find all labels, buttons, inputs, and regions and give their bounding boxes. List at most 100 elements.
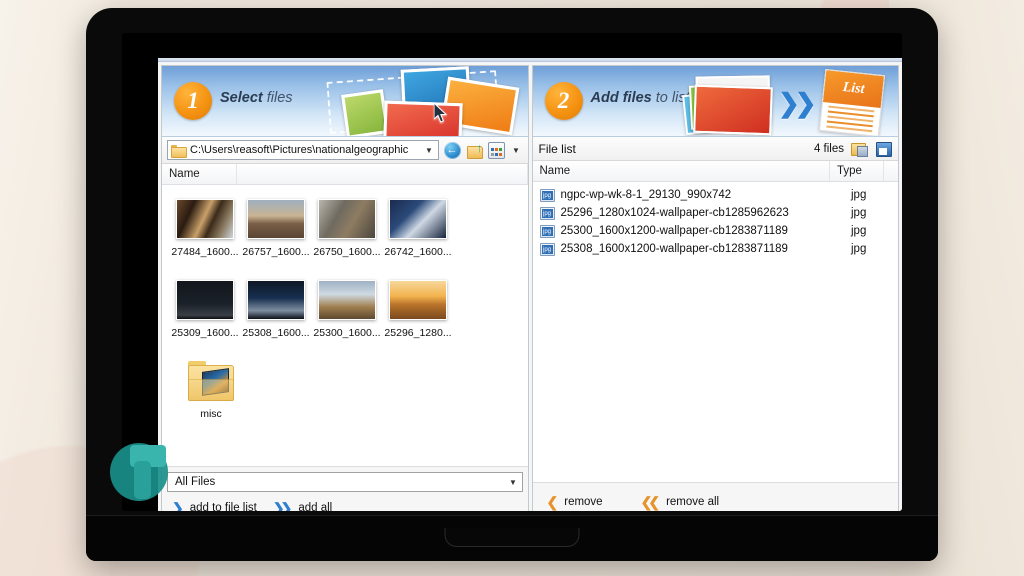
step1-title-bold: Select <box>220 90 263 106</box>
path-text: C:\Users\reasoft\Pictures\nationalgeogra… <box>190 144 409 156</box>
folder-row: misc <box>170 361 520 420</box>
file-type-cell: jpg <box>851 225 867 237</box>
thumbnail-item[interactable]: 25296_1280... <box>383 280 453 339</box>
left-panel-bottom: All Files ▼ ❯ add to file list ❯❯ add al… <box>162 466 528 511</box>
right-action-row: ❮ remove ❮❮ remove all <box>533 483 899 511</box>
filter-dropdown-caret-icon[interactable]: ▼ <box>507 478 520 487</box>
thumbnail-item[interactable]: 26742_1600... <box>383 199 453 258</box>
remove-all-label: remove all <box>666 496 720 508</box>
thumbnail-item[interactable]: 26757_1600... <box>241 199 311 258</box>
thumbnail-image <box>176 280 234 320</box>
filter-row: All Files ▼ <box>162 467 528 495</box>
remove-label: remove <box>564 496 603 508</box>
thumbnail-row: 27484_1600... 26757_1600... 26750_1600..… <box>170 199 520 258</box>
left-column-header: Name <box>162 164 528 185</box>
add-all-label: add all <box>298 502 333 511</box>
thumbnail-item[interactable]: 25308_1600... <box>241 280 311 339</box>
path-box[interactable]: C:\Users\reasoft\Pictures\nationalgeogra… <box>167 140 439 160</box>
file-name-text: 25296_1280x1024-wallpaper-cb1285962623 <box>560 207 789 219</box>
step-2-badge: 2 <box>544 82 583 120</box>
thumbnail-label: 25296_1280... <box>384 327 452 339</box>
file-list-title: File list <box>538 141 576 156</box>
jpg-file-icon <box>539 224 555 238</box>
file-count-label: 4 files <box>813 142 844 155</box>
thumbnail-label: 26757_1600... <box>242 246 310 258</box>
file-type-cell: jpg <box>851 189 867 201</box>
thumbnail-row: 25309_1600... 25308_1600... 25300_1600..… <box>170 280 520 339</box>
thumbnail-item[interactable]: 26750_1600... <box>312 199 382 258</box>
folder-item-misc[interactable]: misc <box>176 361 246 420</box>
thumbnail-image <box>176 199 234 239</box>
folder-icon <box>171 144 187 158</box>
thumbnail-item[interactable]: 25309_1600... <box>170 280 240 339</box>
single-chevron-right-icon: ❯ <box>172 499 184 512</box>
file-type-filter-select[interactable]: All Files ▼ <box>167 472 523 492</box>
browser-toolbar: C:\Users\reasoft\Pictures\nationalgeogra… <box>162 137 528 164</box>
application-window: 1 Select files C:\Users\reasoft\Pictures… <box>158 58 902 511</box>
folder-label: misc <box>200 408 222 420</box>
jpg-file-icon <box>539 242 555 256</box>
step1-banner: 1 Select files <box>162 66 528 137</box>
left-action-row: ❯ add to file list ❯❯ add all <box>162 495 528 512</box>
thumbnail-image <box>318 199 376 239</box>
back-icon[interactable] <box>443 141 461 159</box>
add-files-panel: 2 Add files to list ❯❯ List File list 4 … <box>531 65 899 511</box>
filter-value: All Files <box>175 476 216 488</box>
open-folder-icon[interactable] <box>851 140 868 157</box>
table-row[interactable]: 25300_1600x1200-wallpaper-cb1283871189 j… <box>533 222 899 240</box>
stack-to-list-art: ❯❯ List <box>674 66 894 136</box>
save-list-icon[interactable] <box>875 140 892 157</box>
thumbnail-image <box>389 280 447 320</box>
thumbnail-grid: 27484_1600... 26757_1600... 26750_1600..… <box>162 185 528 466</box>
double-chevron-right-art-icon: ❯❯ <box>778 88 817 118</box>
single-chevron-left-icon: ❮ <box>546 493 559 510</box>
photo-card-green-icon <box>340 89 389 136</box>
thumbnail-image <box>318 280 376 320</box>
file-name-text: 25308_1600x1200-wallpaper-cb1283871189 <box>560 243 788 255</box>
column-header-name[interactable]: Name <box>162 164 237 184</box>
jpg-file-icon <box>539 206 555 220</box>
file-type-cell: jpg <box>851 207 867 219</box>
table-row[interactable]: 25296_1280x1024-wallpaper-cb1285962623 j… <box>533 204 899 222</box>
views-dropdown-caret-icon[interactable]: ▼ <box>510 146 523 155</box>
double-chevron-left-icon: ❮❮ <box>640 493 661 510</box>
thumbnail-item[interactable]: 27484_1600... <box>170 199 240 258</box>
add-to-file-list-label: add to file list <box>189 502 257 511</box>
step2-banner: 2 Add files to list ❯❯ List <box>532 66 898 137</box>
list-document-icon: List <box>818 69 886 136</box>
up-folder-icon[interactable] <box>466 141 483 159</box>
scattered-photos-art <box>322 66 522 136</box>
laptop-screen: 1 Select files C:\Users\reasoft\Pictures… <box>122 33 902 511</box>
column-header-name[interactable]: Name <box>533 161 830 181</box>
thumbnail-item[interactable]: 25300_1600... <box>312 280 382 339</box>
step-1-badge: 1 <box>174 82 212 120</box>
column-header-spacer <box>884 161 898 181</box>
photo-stack-red-icon <box>693 84 773 136</box>
right-column-header: Name Type <box>532 161 898 182</box>
column-header-filler <box>237 164 528 184</box>
file-name-cell: 25296_1280x1024-wallpaper-cb1285962623 <box>533 206 845 220</box>
add-to-file-list-button[interactable]: ❯ add to file list <box>172 500 257 512</box>
thumbnail-label: 26742_1600... <box>384 246 452 258</box>
file-name-text: ngpc-wp-wk-8-1_29130_990x742 <box>560 189 732 201</box>
folder-icon <box>188 361 234 401</box>
step1-title-light: files <box>266 90 293 106</box>
application-body: 1 Select files C:\Users\reasoft\Pictures… <box>158 62 902 511</box>
remove-button[interactable]: ❮ remove <box>547 494 603 511</box>
file-type-cell: jpg <box>851 243 867 255</box>
file-list: ngpc-wp-wk-8-1_29130_990x742 jpg 25296_1… <box>532 182 899 482</box>
column-header-type[interactable]: Type <box>830 161 884 181</box>
table-row[interactable]: ngpc-wp-wk-8-1_29130_990x742 jpg <box>533 186 899 204</box>
views-icon[interactable] <box>487 141 505 159</box>
thumbnail-image <box>247 280 305 320</box>
path-dropdown-caret-icon[interactable]: ▼ <box>423 146 436 155</box>
add-all-button[interactable]: ❯❯ add all <box>273 500 332 512</box>
list-document-label: List <box>822 70 884 109</box>
table-row[interactable]: 25308_1600x1200-wallpaper-cb1283871189 j… <box>533 240 899 258</box>
remove-all-button[interactable]: ❮❮ remove all <box>641 494 720 511</box>
file-name-cell: 25308_1600x1200-wallpaper-cb1283871189 <box>533 242 845 256</box>
right-panel-bottom: ❮ remove ❮❮ remove all <box>532 482 899 511</box>
laptop-notch <box>444 528 580 547</box>
thumbnail-image <box>247 199 305 239</box>
thumbnail-label: 27484_1600... <box>171 246 239 258</box>
